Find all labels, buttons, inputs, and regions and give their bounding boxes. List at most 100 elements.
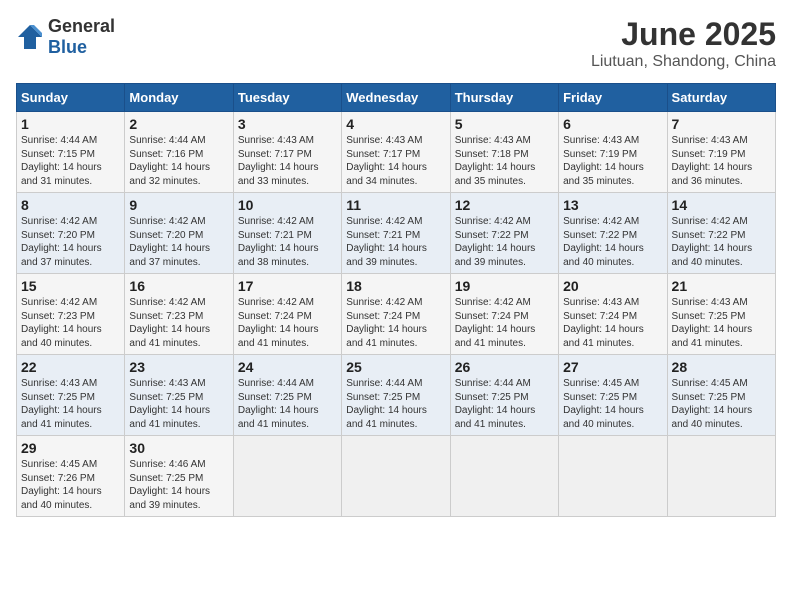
day-info: Sunrise: 4:46 AM Sunset: 7:25 PM Dayligh… [129,458,228,512]
calendar-week-row: 1 Sunrise: 4:44 AM Sunset: 7:15 PM Daylig… [17,112,776,193]
calendar-week-row: 15 Sunrise: 4:42 AM Sunset: 7:23 PM Dayli… [17,274,776,355]
day-number: 4 [346,116,445,132]
logo-icon [16,23,44,51]
calendar-cell: 20 Sunrise: 4:43 AM Sunset: 7:24 PM Dayli… [559,274,667,355]
weekday-header-monday: Monday [125,84,233,112]
day-number: 28 [672,359,771,375]
day-info: Sunrise: 4:45 AM Sunset: 7:25 PM Dayligh… [563,377,662,431]
day-number: 2 [129,116,228,132]
calendar-week-row: 22Sunrise: 4:43 AM Sunset: 7:25 PM Dayli… [17,355,776,436]
calendar-cell: 30 Sunrise: 4:46 AM Sunset: 7:25 PM Dayli… [125,436,233,517]
calendar-cell: 1 Sunrise: 4:44 AM Sunset: 7:15 PM Daylig… [17,112,125,193]
day-info: Sunrise: 4:42 AM Sunset: 7:24 PM Dayligh… [455,296,554,350]
day-info: Sunrise: 4:42 AM Sunset: 7:22 PM Dayligh… [563,215,662,269]
day-info: Sunrise: 4:45 AM Sunset: 7:25 PM Dayligh… [672,377,771,431]
calendar-cell: 9 Sunrise: 4:42 AM Sunset: 7:20 PM Daylig… [125,193,233,274]
day-number: 17 [238,278,337,294]
calendar-subtitle: Liutuan, Shandong, China [591,53,776,71]
day-number: 21 [672,278,771,294]
title-section: June 2025 Liutuan, Shandong, China [591,16,776,71]
day-info: Sunrise: 4:43 AM Sunset: 7:25 PM Dayligh… [672,296,771,350]
weekday-header-sunday: Sunday [17,84,125,112]
weekday-header-friday: Friday [559,84,667,112]
day-info: Sunrise: 4:42 AM Sunset: 7:21 PM Dayligh… [238,215,337,269]
calendar-title: June 2025 [591,16,776,53]
calendar-cell: 25 Sunrise: 4:44 AM Sunset: 7:25 PM Dayli… [342,355,450,436]
day-number: 27 [563,359,662,375]
calendar-cell: 16 Sunrise: 4:42 AM Sunset: 7:23 PM Dayli… [125,274,233,355]
day-number: 23 [129,359,228,375]
calendar-cell: 10 Sunrise: 4:42 AM Sunset: 7:21 PM Dayli… [233,193,341,274]
day-number: 30 [129,440,228,456]
calendar-cell: 8 Sunrise: 4:42 AM Sunset: 7:20 PM Daylig… [17,193,125,274]
day-number: 10 [238,197,337,213]
calendar-cell: 5Sunrise: 4:43 AM Sunset: 7:18 PM Daylig… [450,112,558,193]
calendar-cell: 27 Sunrise: 4:45 AM Sunset: 7:25 PM Dayli… [559,355,667,436]
calendar-cell: 28 Sunrise: 4:45 AM Sunset: 7:25 PM Dayli… [667,355,775,436]
day-info: Sunrise: 4:42 AM Sunset: 7:22 PM Dayligh… [455,215,554,269]
day-info: Sunrise: 4:42 AM Sunset: 7:23 PM Dayligh… [129,296,228,350]
day-number: 1 [21,116,120,132]
day-number: 9 [129,197,228,213]
day-info: Sunrise: 4:43 AM Sunset: 7:24 PM Dayligh… [563,296,662,350]
day-info: Sunrise: 4:43 AM Sunset: 7:17 PM Dayligh… [238,134,337,188]
day-info: Sunrise: 4:45 AM Sunset: 7:26 PM Dayligh… [21,458,120,512]
day-number: 18 [346,278,445,294]
calendar-cell [233,436,341,517]
day-number: 14 [672,197,771,213]
day-info: Sunrise: 4:44 AM Sunset: 7:25 PM Dayligh… [238,377,337,431]
weekday-header-saturday: Saturday [667,84,775,112]
day-info: Sunrise: 4:44 AM Sunset: 7:15 PM Dayligh… [21,134,120,188]
calendar-cell: 22Sunrise: 4:43 AM Sunset: 7:25 PM Dayli… [17,355,125,436]
day-info: Sunrise: 4:42 AM Sunset: 7:20 PM Dayligh… [21,215,120,269]
logo-general: General [48,16,115,36]
calendar-cell: 4 Sunrise: 4:43 AM Sunset: 7:17 PM Daylig… [342,112,450,193]
day-info: Sunrise: 4:43 AM Sunset: 7:25 PM Dayligh… [129,377,228,431]
day-info: Sunrise: 4:42 AM Sunset: 7:24 PM Dayligh… [238,296,337,350]
day-number: 7 [672,116,771,132]
day-number: 12 [455,197,554,213]
day-number: 15 [21,278,120,294]
day-number: 8 [21,197,120,213]
calendar-cell: 24Sunrise: 4:44 AM Sunset: 7:25 PM Dayli… [233,355,341,436]
calendar-cell: 13 Sunrise: 4:42 AM Sunset: 7:22 PM Dayli… [559,193,667,274]
day-info: Sunrise: 4:42 AM Sunset: 7:20 PM Dayligh… [129,215,228,269]
calendar-cell: 21 Sunrise: 4:43 AM Sunset: 7:25 PM Dayli… [667,274,775,355]
day-info: Sunrise: 4:42 AM Sunset: 7:24 PM Dayligh… [346,296,445,350]
day-number: 6 [563,116,662,132]
day-number: 26 [455,359,554,375]
calendar-cell [667,436,775,517]
weekday-header-row: SundayMondayTuesdayWednesdayThursdayFrid… [17,84,776,112]
day-number: 16 [129,278,228,294]
day-info: Sunrise: 4:42 AM Sunset: 7:23 PM Dayligh… [21,296,120,350]
day-number: 20 [563,278,662,294]
day-info: Sunrise: 4:44 AM Sunset: 7:25 PM Dayligh… [346,377,445,431]
calendar-cell: 19 Sunrise: 4:42 AM Sunset: 7:24 PM Dayli… [450,274,558,355]
calendar-cell [559,436,667,517]
day-info: Sunrise: 4:42 AM Sunset: 7:22 PM Dayligh… [672,215,771,269]
day-number: 13 [563,197,662,213]
day-number: 25 [346,359,445,375]
calendar-week-row: 8 Sunrise: 4:42 AM Sunset: 7:20 PM Daylig… [17,193,776,274]
weekday-header-tuesday: Tuesday [233,84,341,112]
logo-text: General Blue [48,16,115,58]
calendar-cell: 12 Sunrise: 4:42 AM Sunset: 7:22 PM Dayli… [450,193,558,274]
day-number: 19 [455,278,554,294]
calendar-cell: 6 Sunrise: 4:43 AM Sunset: 7:19 PM Daylig… [559,112,667,193]
day-number: 11 [346,197,445,213]
day-info: Sunrise: 4:43 AM Sunset: 7:18 PM Dayligh… [455,134,554,188]
calendar-week-row: 29Sunrise: 4:45 AM Sunset: 7:26 PM Dayli… [17,436,776,517]
calendar-cell: 29Sunrise: 4:45 AM Sunset: 7:26 PM Dayli… [17,436,125,517]
logo: General Blue [16,16,115,58]
calendar-cell: 2Sunrise: 4:44 AM Sunset: 7:16 PM Daylig… [125,112,233,193]
weekday-header-thursday: Thursday [450,84,558,112]
page-header: General Blue June 2025 Liutuan, Shandong… [16,16,776,71]
calendar-cell: 14 Sunrise: 4:42 AM Sunset: 7:22 PM Dayli… [667,193,775,274]
day-info: Sunrise: 4:42 AM Sunset: 7:21 PM Dayligh… [346,215,445,269]
day-info: Sunrise: 4:43 AM Sunset: 7:19 PM Dayligh… [563,134,662,188]
logo-blue: Blue [48,37,87,57]
day-number: 3 [238,116,337,132]
calendar-cell: 26 Sunrise: 4:44 AM Sunset: 7:25 PM Dayli… [450,355,558,436]
day-info: Sunrise: 4:44 AM Sunset: 7:25 PM Dayligh… [455,377,554,431]
day-info: Sunrise: 4:43 AM Sunset: 7:17 PM Dayligh… [346,134,445,188]
